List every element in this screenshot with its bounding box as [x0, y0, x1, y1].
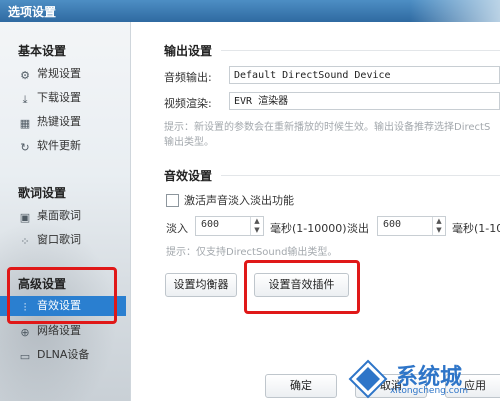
sidebar: 基本设置 ⚙ 常规设置 ⤓ 下载设置 ▦ 热键设置 ↻ 软件更新 歌词设置 ▣ 桌面歌词 … [0, 22, 131, 401]
window-title: 选项设置 [8, 5, 57, 19]
spin-arrows-icon[interactable]: ▲ ▼ [250, 217, 263, 235]
fade-checkbox[interactable] [166, 194, 179, 207]
settings-panel: 输出设置 音频输出: Default DirectSound Device 视频… [131, 22, 500, 401]
sidebar-item-sound-effects[interactable]: ⫶ 音效设置 [0, 296, 126, 316]
sidebar-item-download[interactable]: ⤓ 下载设置 [18, 88, 122, 108]
section-advanced-title: 高级设置 [18, 277, 67, 291]
fade-out-label: 淡出 [347, 222, 369, 235]
sidebar-item-label: 热键设置 [37, 115, 81, 128]
sidebar-item-label: 窗口歌词 [37, 233, 81, 246]
audio-output-label: 音频输出: [164, 71, 212, 84]
desktop-lyrics-icon: ▣ [19, 211, 31, 224]
fade-out-unit: 毫秒(1-10 [452, 222, 500, 235]
update-icon: ↻ [20, 141, 30, 154]
fade-out-value: 600 [383, 219, 402, 230]
fade-in-stepper[interactable]: 600 ▲ ▼ [195, 216, 264, 236]
fade-out-stepper[interactable]: 600 ▲ ▼ [377, 216, 446, 236]
ok-button[interactable]: 确定 [265, 374, 337, 398]
sidebar-item-label: 软件更新 [37, 139, 81, 152]
sidebar-item-hotkeys[interactable]: ▦ 热键设置 [18, 112, 122, 132]
sidebar-item-label: 网络设置 [37, 324, 81, 337]
fade-in-value: 600 [201, 219, 220, 230]
watermark-logo-icon [348, 359, 388, 399]
keyboard-icon: ▦ [19, 117, 31, 130]
video-render-label: 视频渲染: [164, 97, 212, 110]
spin-arrows-icon[interactable]: ▲ ▼ [432, 217, 445, 235]
video-render-select[interactable]: EVR 渲染器 [229, 92, 500, 110]
sidebar-item-label: 桌面歌词 [37, 209, 81, 222]
output-hint-line1: 提示：新设置的参数会在重新播放的时候生效。输出设备推荐选择DirectS [164, 122, 491, 133]
fade-in-label: 淡入 [166, 222, 188, 235]
watermark-logo: 系统城 xitongcheng.com [348, 359, 498, 399]
network-icon: ⊕ [20, 326, 30, 339]
sidebar-item-label: DLNA设备 [37, 348, 90, 361]
download-icon: ⤓ [22, 93, 28, 106]
sidebar-item-dlna[interactable]: ▭ DLNA设备 [18, 345, 122, 365]
output-settings-title: 输出设置 [164, 44, 213, 58]
sidebar-item-window-lyrics[interactable]: ⁘ 窗口歌词 [18, 230, 122, 250]
title-bar-decoration [410, 0, 500, 22]
window-lyrics-icon: ⁘ [20, 235, 30, 248]
audio-output-select[interactable]: Default DirectSound Device [229, 66, 500, 84]
dlna-icon: ▭ [19, 350, 31, 363]
sidebar-item-update[interactable]: ↻ 软件更新 [18, 136, 122, 156]
sidebar-item-label: 常规设置 [37, 67, 81, 80]
watermark-sub-text: xitongcheng.com [390, 386, 468, 396]
sidebar-item-network[interactable]: ⊕ 网络设置 [18, 321, 122, 341]
sidebar-item-label: 下载设置 [37, 91, 81, 104]
divider [221, 50, 500, 51]
equalizer-icon: ⫶ [23, 301, 27, 314]
set-effects-plugin-button[interactable]: 设置音效插件 [254, 273, 349, 297]
effects-hint: 提示：仅支持DirectSound输出类型。 [166, 247, 338, 258]
set-equalizer-button[interactable]: 设置均衡器 [165, 273, 237, 297]
sidebar-item-label: 音效设置 [37, 299, 81, 312]
gear-icon: ⚙ [20, 69, 30, 82]
section-lyrics-title: 歌词设置 [18, 186, 67, 200]
sidebar-item-general[interactable]: ⚙ 常规设置 [18, 64, 122, 84]
sidebar-item-desktop-lyrics[interactable]: ▣ 桌面歌词 [18, 206, 122, 226]
effects-settings-title: 音效设置 [164, 169, 213, 183]
fade-in-unit: 毫秒(1-10000) [270, 222, 347, 235]
divider [221, 175, 500, 176]
section-basic-title: 基本设置 [18, 44, 67, 58]
title-bar: 选项设置 [0, 0, 500, 22]
output-hint-line2: 输出类型。 [164, 137, 214, 148]
fade-checkbox-label: 激活声音淡入淡出功能 [184, 194, 294, 207]
